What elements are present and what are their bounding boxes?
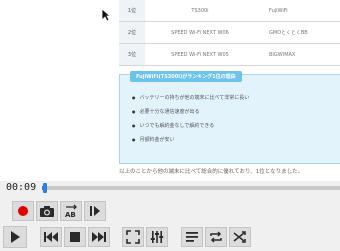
model-cell: SPEED Wi-Fi NEXT W06 [145,21,255,44]
skip-next-icon [92,232,106,242]
previous-button[interactable] [40,227,62,247]
reason-box-title: FujiWiFi(TS300i)がランキング1位の理由 [130,71,242,82]
record-button[interactable] [12,201,34,221]
rank-cell: 1位 [119,0,145,22]
summary-caption: 以上のことから他の端末に比べて総合的に優れており、1位となりました。 [119,169,304,175]
playlist-button[interactable] [181,227,203,247]
reason-box: FujiWiFi(TS300i)がランキング1位の理由 バッテリーの持ちが他の端… [119,71,340,164]
equalizer-button[interactable] [146,227,168,247]
fullscreen-icon [126,230,140,244]
repeat-icon [210,231,222,243]
stop-icon [70,232,80,242]
reason-list: バッテリーの持ちが他の端末に比べて非常に長い 必要十分な通信速度が出る いつでも… [132,91,250,147]
ab-loop-button[interactable]: AB [60,201,82,221]
camera-icon [40,205,54,217]
model-cell: TS300i [145,0,255,22]
video-frame: 1位 TS300i FujiWiFi 2位 SPEED Wi-Fi NEXT W… [0,0,340,181]
stop-button[interactable] [64,227,86,247]
svg-text:AB: AB [65,211,76,219]
play-button[interactable] [3,226,27,248]
record-icon [18,206,28,216]
table-row: 3位 SPEED Wi-Fi NEXT W05 BIGWIMAX [119,43,340,66]
list-item: いつでも解約金なしで解約できる [132,119,249,133]
frame-step-button[interactable] [84,201,106,221]
table-row: 1位 TS300i FujiWiFi [119,0,340,22]
play-icon [11,231,20,243]
list-item: 必要十分な通信速度が出る [132,105,249,119]
network-cell: GMOとくとくBB [255,21,340,44]
playlist-icon [186,232,198,242]
model-cell: SPEED Wi-Fi NEXT W05 [145,43,255,66]
equalizer-icon [150,231,164,243]
list-item: 月額料金が安い [132,133,249,147]
seek-bar[interactable] [42,186,340,190]
seek-handle[interactable] [43,183,47,193]
elapsed-time: 00:09 [6,182,37,193]
next-button[interactable] [88,227,110,247]
rank-cell: 2位 [119,21,145,44]
ab-loop-icon: AB [65,204,77,219]
repeat-button[interactable] [205,227,227,247]
list-item: バッテリーの持ちが他の端末に比べて非常に長い [132,91,250,105]
network-cell: BIGWIMAX [255,43,340,66]
rank-cell: 3位 [119,43,145,66]
table-row: 2位 SPEED Wi-Fi NEXT W06 GMOとくとくBB [119,21,340,44]
shuffle-button[interactable] [229,227,251,247]
frame-step-icon [90,206,100,216]
network-cell: FujiWiFi [255,0,340,22]
ranking-table: 1位 TS300i FujiWiFi 2位 SPEED Wi-Fi NEXT W… [119,0,340,66]
skip-previous-icon [44,232,58,242]
shuffle-icon [233,231,246,243]
mouse-cursor-icon [101,8,111,22]
fullscreen-button[interactable] [122,227,144,247]
screenshot-button[interactable] [36,201,58,221]
